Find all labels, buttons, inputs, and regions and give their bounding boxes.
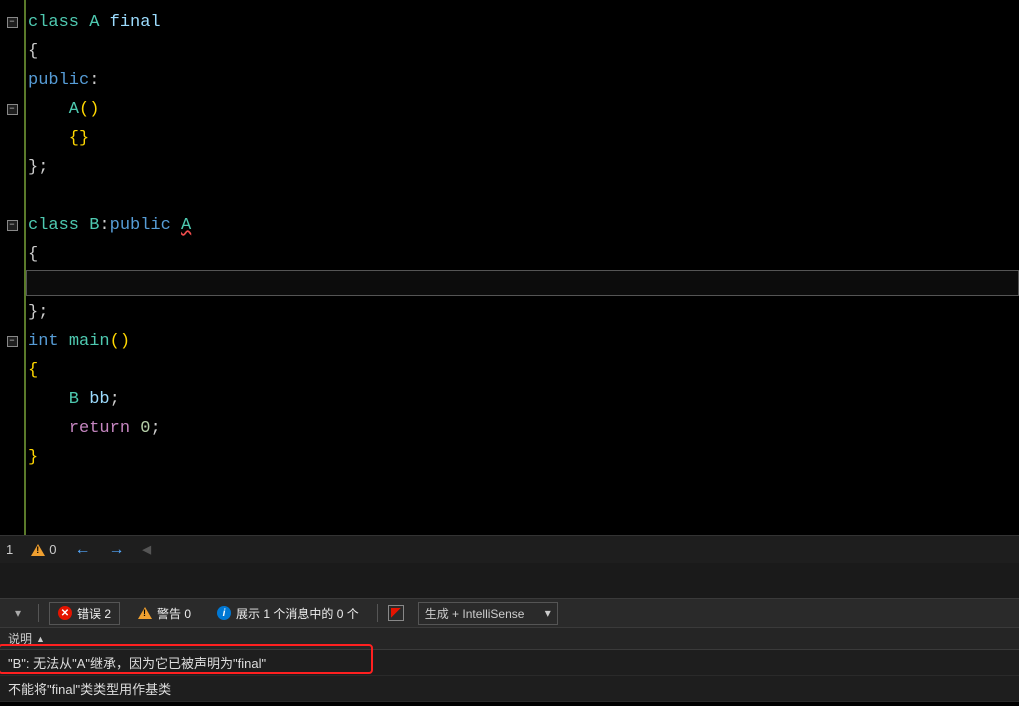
fold-toggle[interactable]: − bbox=[7, 104, 18, 115]
warning-icon bbox=[31, 544, 45, 556]
messages-filter-button[interactable]: i 展示 1 个消息中的 0 个 bbox=[209, 603, 367, 624]
code-line[interactable]: class B:public A bbox=[26, 211, 1019, 240]
build-source-select[interactable]: 生成 + IntelliSense ▾ bbox=[418, 602, 558, 625]
column-description[interactable]: 说明 ▲ bbox=[8, 630, 45, 647]
nav-back-button[interactable]: ← bbox=[74, 541, 90, 559]
fold-toggle[interactable]: − bbox=[7, 17, 18, 28]
status-warnings[interactable]: 0 bbox=[31, 542, 56, 557]
code-line[interactable]: }; bbox=[26, 153, 1019, 182]
warning-icon bbox=[138, 607, 152, 619]
code-line[interactable]: public: bbox=[26, 66, 1019, 95]
nav-collapse-icon: ◀ bbox=[142, 543, 150, 556]
clear-filter-icon[interactable] bbox=[388, 605, 404, 621]
code-line[interactable] bbox=[26, 269, 1019, 298]
errors-filter-button[interactable]: ✕ 错误 2 bbox=[49, 602, 120, 625]
error-row[interactable]: 不能将"final"类类型用作基类 bbox=[0, 676, 1019, 702]
code-line[interactable]: {} bbox=[26, 124, 1019, 153]
error-list-toolbar: ▾ ✕ 错误 2 警告 0 i 展示 1 个消息中的 0 个 生成 + Inte… bbox=[0, 598, 1019, 628]
code-line[interactable]: int main() bbox=[26, 327, 1019, 356]
code-line[interactable]: } bbox=[26, 443, 1019, 472]
scope-dropdown[interactable]: ▾ bbox=[8, 605, 28, 621]
fold-toggle[interactable]: − bbox=[7, 336, 18, 347]
code-content[interactable]: class A final{public: A() {}};class B:pu… bbox=[24, 0, 1019, 535]
sort-asc-icon: ▲ bbox=[36, 634, 45, 644]
status-bar: 1 0 ← → ◀ bbox=[0, 535, 1019, 563]
info-icon: i bbox=[217, 606, 231, 620]
chevron-down-icon: ▾ bbox=[545, 606, 551, 620]
error-list-header[interactable]: 说明 ▲ bbox=[0, 628, 1019, 650]
error-row[interactable]: "B": 无法从"A"继承，因为它已被声明为"final" bbox=[0, 650, 1019, 676]
fold-gutter: − − − − bbox=[0, 0, 24, 535]
code-line[interactable]: { bbox=[26, 240, 1019, 269]
separator bbox=[377, 604, 378, 622]
code-line[interactable]: return 0; bbox=[26, 414, 1019, 443]
nav-forward-button[interactable]: → bbox=[108, 541, 124, 559]
panel-gap bbox=[0, 563, 1019, 598]
code-line[interactable]: { bbox=[26, 356, 1019, 385]
fold-toggle[interactable]: − bbox=[7, 220, 18, 231]
code-line[interactable]: }; bbox=[26, 298, 1019, 327]
code-line[interactable] bbox=[26, 182, 1019, 211]
code-line[interactable]: { bbox=[26, 37, 1019, 66]
code-line[interactable]: class A final bbox=[26, 8, 1019, 37]
code-editor[interactable]: −−−− class A final{public: A() {}};class… bbox=[0, 0, 1019, 535]
code-line[interactable]: B bb; bbox=[26, 385, 1019, 414]
separator bbox=[38, 604, 39, 622]
status-errors[interactable]: 1 bbox=[6, 542, 13, 557]
error-icon: ✕ bbox=[58, 606, 72, 620]
code-line[interactable]: A() bbox=[26, 95, 1019, 124]
error-list: "B": 无法从"A"继承，因为它已被声明为"final" 不能将"final"… bbox=[0, 650, 1019, 702]
warnings-filter-button[interactable]: 警告 0 bbox=[130, 603, 199, 624]
